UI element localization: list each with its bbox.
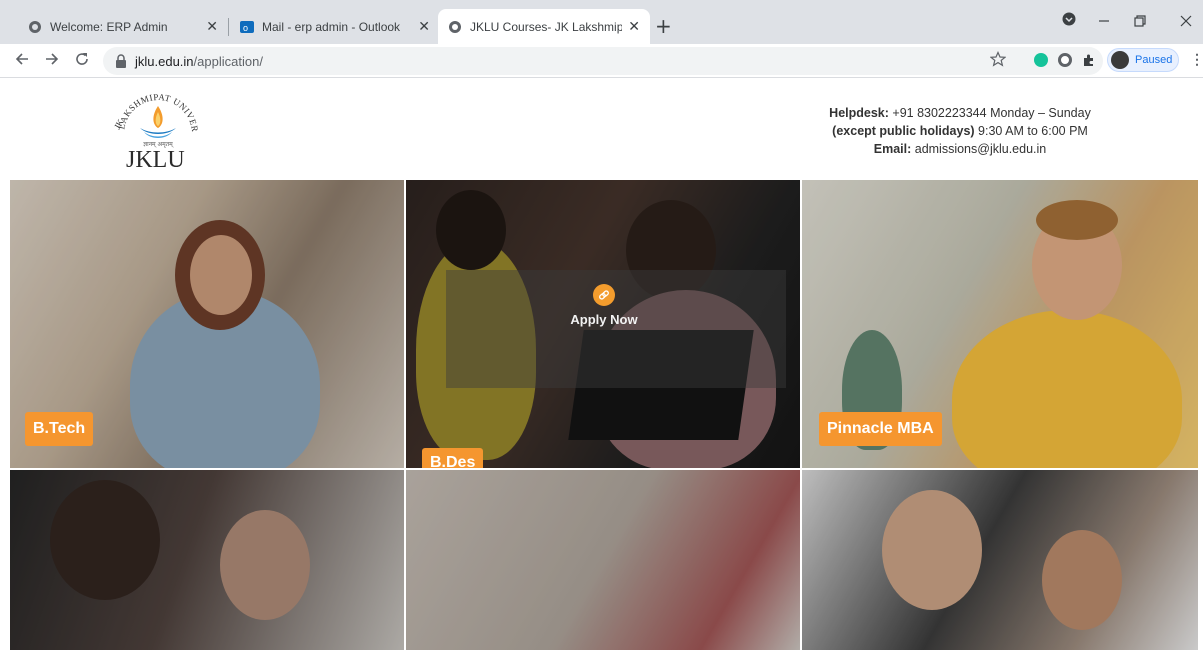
hours-label: (except public holidays) [832,124,975,138]
hours-line: (except public holidays) 9:30 AM to 6:00… [760,122,1160,140]
lock-icon [116,54,126,68]
course-label-pinnacle-mba[interactable]: Pinnacle MBA [819,412,942,446]
course-card[interactable] [406,470,800,650]
profile-status: Paused [1135,54,1173,66]
back-arrow-icon[interactable] [14,51,30,71]
tab-welcome-erp-admin[interactable]: Welcome: ERP Admin ✕ [18,9,228,44]
new-tab-button[interactable]: + [655,16,672,36]
tab-title: Mail - erp admin - Outlook [262,19,401,34]
minimize-icon[interactable] [1098,13,1110,31]
course-label-btech[interactable]: B.Tech [25,412,94,446]
tab-title: Welcome: ERP Admin [50,19,168,34]
browser-toolbar: jklu.edu.in/application/ [0,44,1203,78]
puzzle-extensions-icon[interactable] [1082,53,1096,67]
chevron-down-icon [1062,12,1076,26]
outlook-icon: o [240,20,254,33]
svg-text:o: o [243,23,248,33]
university-seal-icon: LAKSHMIPAT UNIVERSITY JK ज्ञानम् अमृतम् [107,74,200,148]
url-domain: jklu.edu.in [135,53,194,69]
browser-tab-strip: Welcome: ERP Admin ✕ o Mail - erp admin … [0,0,1203,44]
image-overlay [802,470,1198,650]
close-icon[interactable]: ✕ [628,19,640,35]
reload-icon[interactable] [74,51,90,71]
email-label: Email: [873,142,912,156]
tab-separator [228,18,229,36]
extension-icon[interactable] [1058,53,1072,67]
globe-icon [29,20,41,33]
email-line: Email: admissions@jklu.edu.in [760,140,1160,158]
apply-now-button[interactable]: Apply Now [564,284,644,327]
tab-search-icon[interactable] [1062,12,1076,30]
image-overlay [406,470,800,650]
grammarly-extension-icon[interactable] [1034,53,1048,67]
tab-jklu-courses[interactable]: JKLU Courses- JK Lakshmipat Uni ✕ [438,9,650,44]
profile-button[interactable]: Paused [1107,48,1179,72]
restore-icon[interactable] [1134,13,1146,31]
bookmark-star-icon[interactable] [989,51,1007,71]
course-card-bdes[interactable]: Apply Now B.Des [406,180,800,468]
helpdesk-phone: +91 8302223344 Monday – Sunday [888,106,1091,120]
close-icon[interactable]: ✕ [206,19,218,35]
hours-value: 9:30 AM to 6:00 PM [974,124,1088,138]
link-icon [593,284,615,306]
email-value[interactable]: admissions@jklu.edu.in [911,142,1047,156]
apply-now-label: Apply Now [570,312,638,327]
tab-mail-outlook[interactable]: o Mail - erp admin - Outlook ✕ [230,9,440,44]
window-close-icon[interactable] [1180,13,1192,31]
logo-wordmark: JKLU [126,147,185,173]
helpdesk-info: Helpdesk: +91 8302223344 Monday – Sunday… [760,104,1160,158]
forward-arrow-icon[interactable] [44,51,60,71]
url-text: jklu.edu.in/application/ [135,54,263,69]
course-card[interactable] [802,470,1198,650]
course-card-pinnacle-mba[interactable]: Pinnacle MBA [802,180,1198,468]
course-card[interactable] [10,470,404,650]
page-content: LAKSHMIPAT UNIVERSITY JK ज्ञानम् अमृतम् … [0,74,1203,650]
globe-icon [449,20,461,33]
url-path: /application/ [193,53,263,69]
close-icon[interactable]: ✕ [418,19,430,35]
avatar [1111,51,1129,69]
more-menu-icon[interactable]: ⋮ [1190,51,1203,68]
tab-title: JKLU Courses- JK Lakshmipat Uni [470,19,623,34]
helpdesk-label: Helpdesk: [829,106,889,120]
course-label-bdes[interactable]: B.Des [422,448,484,468]
address-bar[interactable]: jklu.edu.in/application/ [103,47,1103,75]
course-card-btech[interactable]: B.Tech [10,180,404,468]
image-overlay [10,470,404,650]
helpdesk-line: Helpdesk: +91 8302223344 Monday – Sunday [760,104,1160,122]
